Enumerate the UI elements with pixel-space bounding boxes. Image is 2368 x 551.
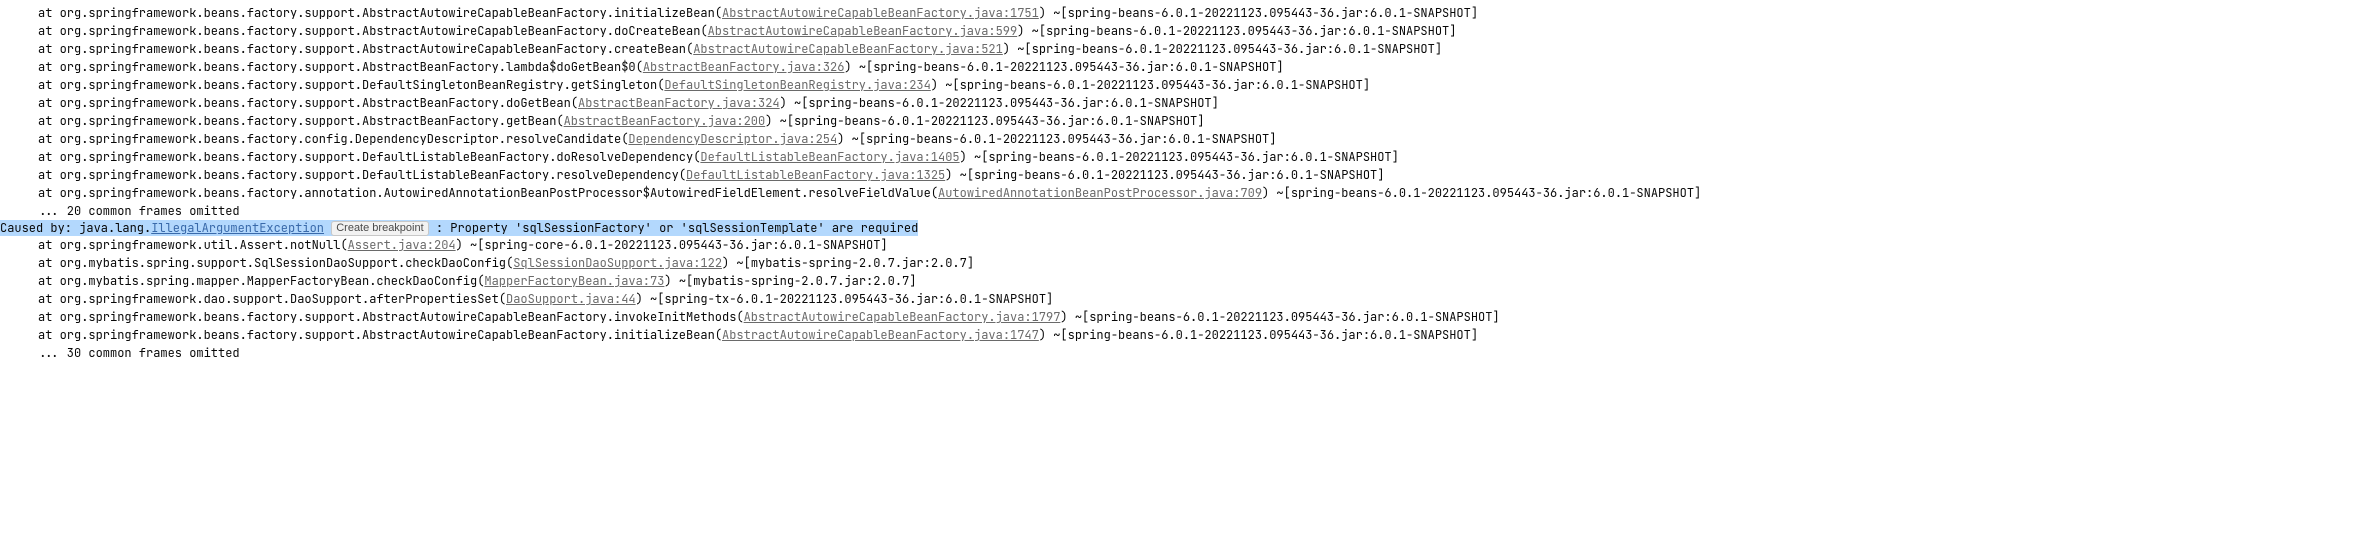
- frame-text: at org.springframework.beans.factory.ann…: [38, 185, 938, 201]
- frame-suffix: ) ~[spring-beans-6.0.1-20221123.095443-3…: [945, 167, 1384, 183]
- stack-frame: at org.springframework.beans.factory.sup…: [0, 148, 2368, 166]
- frame-suffix: ) ~[spring-beans-6.0.1-20221123.095443-3…: [1262, 185, 1701, 201]
- source-link[interactable]: SqlSessionDaoSupport.java:122: [513, 255, 722, 271]
- frame-text: at org.springframework.beans.factory.sup…: [38, 327, 722, 343]
- frame-text: at org.springframework.beans.factory.sup…: [38, 95, 578, 111]
- frame-text: at org.mybatis.spring.mapper.MapperFacto…: [38, 273, 484, 289]
- frame-text: at org.springframework.beans.factory.sup…: [38, 59, 643, 75]
- stack-frame: at org.springframework.util.Assert.notNu…: [0, 236, 2368, 254]
- stack-frame: at org.springframework.dao.support.DaoSu…: [0, 290, 2368, 308]
- source-link[interactable]: AbstractBeanFactory.java:326: [643, 59, 845, 75]
- frame-text: at org.springframework.beans.factory.sup…: [38, 41, 693, 57]
- stack-frame: at org.springframework.beans.factory.sup…: [0, 326, 2368, 344]
- frame-suffix: ) ~[spring-core-6.0.1-20221123.095443-36…: [456, 237, 888, 253]
- stack-frame: at org.mybatis.spring.support.SqlSession…: [0, 254, 2368, 272]
- create-breakpoint-button[interactable]: Create breakpoint: [331, 221, 428, 236]
- stack-frame: at org.springframework.beans.factory.sup…: [0, 166, 2368, 184]
- source-link[interactable]: AbstractAutowireCapableBeanFactory.java:…: [693, 41, 1003, 57]
- cause-line: Caused by: java.lang.IllegalArgumentExce…: [0, 220, 2368, 236]
- frame-suffix: ) ~[spring-beans-6.0.1-20221123.095443-3…: [1039, 327, 1478, 343]
- source-link[interactable]: Assert.java:204: [348, 237, 456, 253]
- frame-suffix: ) ~[spring-beans-6.0.1-20221123.095443-3…: [1060, 309, 1499, 325]
- cause-message: : Property 'sqlSessionFactory' or 'sqlSe…: [429, 220, 919, 236]
- source-link[interactable]: DefaultListableBeanFactory.java:1325: [686, 167, 945, 183]
- frame-text: at org.springframework.beans.factory.sup…: [38, 149, 700, 165]
- stack-frame: at org.springframework.beans.factory.sup…: [0, 40, 2368, 58]
- source-link[interactable]: DaoSupport.java:44: [506, 291, 636, 307]
- frame-suffix: ) ~[mybatis-spring-2.0.7.jar:2.0.7]: [722, 255, 974, 271]
- frame-text: at org.springframework.beans.factory.sup…: [38, 309, 744, 325]
- source-link[interactable]: AutowiredAnnotationBeanPostProcessor.jav…: [938, 185, 1262, 201]
- frame-suffix: ) ~[spring-beans-6.0.1-20221123.095443-3…: [780, 95, 1219, 111]
- frame-suffix: ) ~[spring-beans-6.0.1-20221123.095443-3…: [1039, 5, 1478, 21]
- frame-suffix: ) ~[spring-tx-6.0.1-20221123.095443-36.j…: [636, 291, 1054, 307]
- frame-suffix: ) ~[spring-beans-6.0.1-20221123.095443-3…: [931, 77, 1370, 93]
- frame-text: at org.springframework.beans.factory.sup…: [38, 167, 686, 183]
- stack-frame: at org.springframework.beans.factory.sup…: [0, 308, 2368, 326]
- source-link[interactable]: AbstractAutowireCapableBeanFactory.java:…: [722, 5, 1039, 21]
- frame-suffix: ) ~[spring-beans-6.0.1-20221123.095443-3…: [1003, 41, 1442, 57]
- cause-prefix: Caused by: java.lang.: [0, 220, 151, 236]
- frame-text: at org.springframework.beans.factory.sup…: [38, 23, 708, 39]
- stack-frame: at org.springframework.beans.factory.sup…: [0, 4, 2368, 22]
- frame-text: at org.springframework.beans.factory.sup…: [38, 113, 564, 129]
- console-output: at org.springframework.beans.factory.sup…: [0, 4, 2368, 362]
- stack-frame: at org.springframework.beans.factory.sup…: [0, 22, 2368, 40]
- omitted-frames: ... 30 common frames omitted: [0, 344, 2368, 362]
- source-link[interactable]: AbstractBeanFactory.java:200: [564, 113, 766, 129]
- exception-link[interactable]: IllegalArgumentException: [151, 220, 324, 236]
- stack-frame: at org.springframework.beans.factory.ann…: [0, 184, 2368, 202]
- frame-text: at org.springframework.beans.factory.sup…: [38, 77, 664, 93]
- stack-frame: at org.springframework.beans.factory.sup…: [0, 58, 2368, 76]
- source-link[interactable]: DefaultListableBeanFactory.java:1405: [700, 149, 959, 165]
- frame-suffix: ) ~[spring-beans-6.0.1-20221123.095443-3…: [960, 149, 1399, 165]
- source-link[interactable]: AbstractBeanFactory.java:324: [578, 95, 780, 111]
- frame-text: at org.mybatis.spring.support.SqlSession…: [38, 255, 513, 271]
- stack-frame: at org.springframework.beans.factory.sup…: [0, 76, 2368, 94]
- frame-suffix: ) ~[spring-beans-6.0.1-20221123.095443-3…: [837, 131, 1276, 147]
- frame-suffix: ) ~[mybatis-spring-2.0.7.jar:2.0.7]: [664, 273, 916, 289]
- frame-text: at org.springframework.dao.support.DaoSu…: [38, 291, 506, 307]
- source-link[interactable]: AbstractAutowireCapableBeanFactory.java:…: [744, 309, 1061, 325]
- frame-text: at org.springframework.beans.factory.sup…: [38, 5, 722, 21]
- stack-frame: at org.springframework.beans.factory.sup…: [0, 94, 2368, 112]
- source-link[interactable]: DependencyDescriptor.java:254: [628, 131, 837, 147]
- stack-frame: at org.mybatis.spring.mapper.MapperFacto…: [0, 272, 2368, 290]
- frame-suffix: ) ~[spring-beans-6.0.1-20221123.095443-3…: [1017, 23, 1456, 39]
- frame-suffix: ) ~[spring-beans-6.0.1-20221123.095443-3…: [765, 113, 1204, 129]
- source-link[interactable]: AbstractAutowireCapableBeanFactory.java:…: [722, 327, 1039, 343]
- stack-frame: at org.springframework.beans.factory.sup…: [0, 112, 2368, 130]
- omitted-frames: ... 20 common frames omitted: [0, 202, 2368, 220]
- frame-text: at org.springframework.util.Assert.notNu…: [38, 237, 348, 253]
- source-link[interactable]: AbstractAutowireCapableBeanFactory.java:…: [708, 23, 1018, 39]
- stack-frame: at org.springframework.beans.factory.con…: [0, 130, 2368, 148]
- frame-suffix: ) ~[spring-beans-6.0.1-20221123.095443-3…: [844, 59, 1283, 75]
- frame-text: at org.springframework.beans.factory.con…: [38, 131, 628, 147]
- source-link[interactable]: DefaultSingletonBeanRegistry.java:234: [664, 77, 930, 93]
- source-link[interactable]: MapperFactoryBean.java:73: [484, 273, 664, 289]
